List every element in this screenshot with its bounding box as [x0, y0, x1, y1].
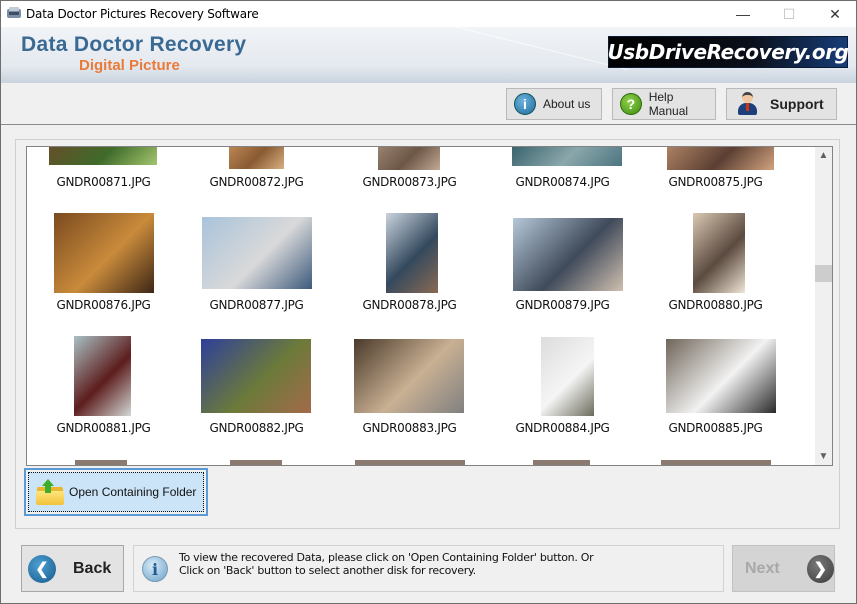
minimize-icon: — — [736, 6, 750, 22]
open-containing-folder-button[interactable]: Open Containing Folder — [24, 468, 208, 516]
back-label: Back — [73, 559, 112, 577]
file-name-label: GNDR00876.JPG — [56, 298, 151, 312]
support-label: Support — [770, 96, 824, 112]
vertical-scrollbar[interactable]: ▲ ▼ — [815, 147, 832, 465]
file-name-label: GNDR00883.JPG — [362, 421, 457, 435]
brand-title: Data Doctor Recovery — [21, 33, 247, 56]
app-window: Data Doctor Pictures Recovery Software —… — [0, 0, 857, 604]
image-thumbnail[interactable] — [541, 337, 594, 416]
file-name-label: GNDR00880.JPG — [668, 298, 763, 312]
back-arrow-icon: ❮ — [28, 554, 56, 583]
brand-subtitle: Digital Picture — [79, 57, 180, 74]
support-person-icon — [736, 92, 758, 116]
close-icon: ✕ — [829, 5, 841, 22]
image-thumbnail[interactable] — [386, 213, 438, 293]
folder-open-icon — [36, 479, 64, 505]
instruction-box: i To view the recovered Data, please cli… — [133, 545, 724, 592]
file-name-label: GNDR00875.JPG — [668, 175, 763, 189]
file-name-label: GNDR00879.JPG — [515, 298, 610, 312]
site-logo: UsbDriveRecovery.org — [607, 36, 849, 68]
back-button[interactable]: ❮ Back — [21, 545, 124, 592]
help-icon: ? — [620, 93, 642, 115]
image-thumbnail[interactable] — [513, 218, 623, 291]
image-thumbnail[interactable] — [667, 147, 774, 170]
image-thumbnail[interactable] — [378, 147, 440, 170]
image-thumbnail[interactable] — [54, 213, 154, 293]
instruction-text-line-2: Click on 'Back' button to select another… — [179, 564, 476, 577]
file-name-label: GNDR00874.JPG — [515, 175, 610, 189]
image-thumbnail[interactable] — [201, 339, 311, 413]
header-banner: Data Doctor Recovery Digital Picture Usb… — [1, 27, 856, 83]
minimize-button[interactable]: — — [720, 1, 766, 27]
maximize-button[interactable]: ☐ — [766, 1, 812, 27]
title-bar: Data Doctor Pictures Recovery Software —… — [1, 1, 856, 27]
image-thumbnail[interactable] — [355, 460, 465, 465]
scroll-up-arrow-icon[interactable]: ▲ — [815, 147, 832, 164]
image-thumbnail[interactable] — [666, 339, 776, 413]
image-thumbnail[interactable] — [75, 460, 127, 465]
image-thumbnail[interactable] — [230, 460, 282, 465]
file-name-label: GNDR00872.JPG — [209, 175, 304, 189]
info-icon: i — [142, 556, 168, 582]
next-label: Next — [745, 559, 780, 577]
app-icon — [7, 7, 21, 18]
scrollbar-thumb[interactable] — [815, 265, 832, 283]
close-button[interactable]: ✕ — [812, 1, 857, 27]
about-us-label: About us — [543, 97, 591, 111]
file-name-label: GNDR00882.JPG — [209, 421, 304, 435]
recovered-files-gallery[interactable]: GNDR00871.JPG GNDR00872.JPG GNDR00873.JPG G… — [26, 146, 833, 466]
image-thumbnail[interactable] — [693, 213, 745, 293]
file-name-label: GNDR00873.JPG — [362, 175, 457, 189]
maximize-icon: ☐ — [782, 5, 796, 22]
info-icon: i — [514, 93, 536, 115]
file-name-label: GNDR00885.JPG — [668, 421, 763, 435]
support-button[interactable]: Support — [726, 88, 837, 120]
toolbar: i About us ? Help Manual Support — [1, 83, 856, 125]
open-folder-label: Open Containing Folder — [69, 485, 197, 499]
image-thumbnail[interactable] — [661, 460, 771, 465]
image-thumbnail[interactable] — [74, 336, 131, 416]
file-name-label: GNDR00877.JPG — [209, 298, 304, 312]
file-name-label: GNDR00881.JPG — [56, 421, 151, 435]
image-thumbnail[interactable] — [202, 217, 312, 289]
image-thumbnail[interactable] — [229, 147, 284, 169]
help-manual-button[interactable]: ? Help Manual — [612, 88, 716, 120]
about-us-button[interactable]: i About us — [506, 88, 602, 120]
file-name-label: GNDR00878.JPG — [362, 298, 457, 312]
image-thumbnail[interactable] — [49, 147, 157, 165]
file-name-label: GNDR00871.JPG — [56, 175, 151, 189]
image-thumbnail[interactable] — [533, 460, 590, 465]
scroll-down-arrow-icon[interactable]: ▼ — [815, 448, 832, 465]
image-thumbnail[interactable] — [354, 339, 464, 413]
image-thumbnail[interactable] — [512, 147, 622, 166]
next-arrow-icon: ❯ — [806, 554, 834, 583]
instruction-text-line-1: To view the recovered Data, please click… — [179, 551, 594, 564]
help-manual-label: Help Manual — [648, 90, 689, 118]
next-button[interactable]: Next ❯ — [732, 545, 835, 592]
window-title: Data Doctor Pictures Recovery Software — [26, 7, 259, 21]
file-name-label: GNDR00884.JPG — [515, 421, 610, 435]
